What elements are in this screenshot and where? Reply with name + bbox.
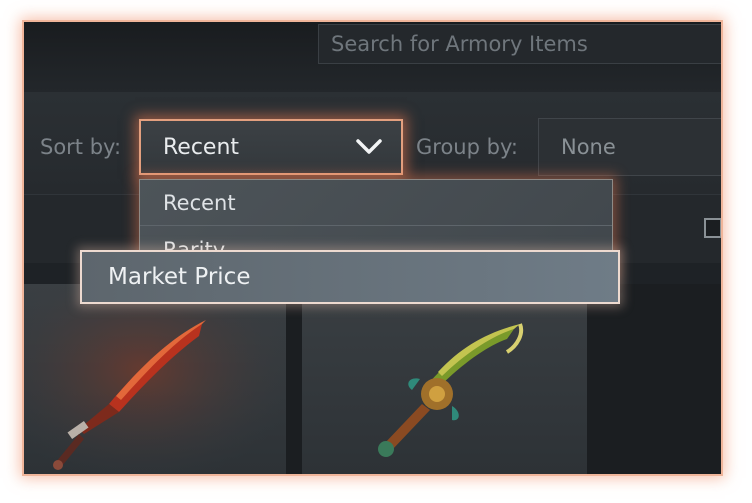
- red-sword-icon: [24, 284, 286, 474]
- filter-checkbox[interactable]: [704, 218, 721, 238]
- chevron-down-icon: [356, 139, 382, 154]
- green-sword-icon: [378, 323, 524, 457]
- item-tile[interactable]: [24, 284, 286, 474]
- sort-option-market-price[interactable]: Market Price: [80, 250, 620, 304]
- group-by-dropdown[interactable]: None: [538, 118, 721, 176]
- sort-option-recent[interactable]: Recent: [140, 180, 612, 226]
- sort-by-dropdown[interactable]: Recent: [139, 119, 403, 175]
- sort-by-label: Sort by:: [40, 135, 122, 159]
- item-tile[interactable]: [302, 284, 587, 474]
- group-selected-value: None: [561, 135, 616, 159]
- sort-selected-value: Recent: [163, 134, 240, 160]
- search-placeholder: Search for Armory Items: [331, 32, 588, 56]
- armory-panel: Search for Armory Items Sort by: Recent …: [24, 22, 721, 474]
- group-by-label: Group by:: [416, 135, 518, 159]
- search-input[interactable]: Search for Armory Items: [318, 24, 721, 64]
